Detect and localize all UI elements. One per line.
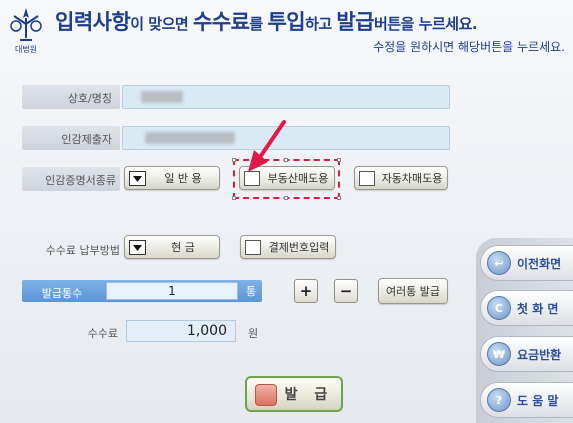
instruction-title: 입력사항이 맞으면 수수료를 투입하고 발급버튼을 누르세요. <box>55 6 478 36</box>
dropdown-arrow-icon <box>129 240 146 255</box>
previous-screen-label: 이전화면 <box>517 256 562 271</box>
court-logo: 대법원 <box>6 4 46 56</box>
fee-label: 수수료 <box>87 327 118 340</box>
won-icon: ₩ <box>487 342 511 366</box>
court-emblem-icon <box>10 8 42 41</box>
title-segment: 투입 <box>267 10 306 34</box>
redacted-text <box>145 132 235 144</box>
cert-type-general-button[interactable]: 일 반 용 <box>124 166 220 190</box>
first-screen-button[interactable]: C 첫 화 면 <box>480 290 573 326</box>
help-icon: ? <box>487 388 511 412</box>
first-screen-label: 첫 화 면 <box>517 301 559 316</box>
title-segment: 이 맞으면 <box>130 15 193 33</box>
payment-cash-button[interactable]: 현 금 <box>124 235 220 259</box>
handle <box>284 196 288 200</box>
payment-cash-label: 현 금 <box>171 241 195 254</box>
handle <box>337 158 341 162</box>
handle <box>232 196 236 200</box>
pointer-arrow-icon <box>248 120 286 172</box>
header: 대법원 입력사항이 맞으면 수수료를 투입하고 발급버튼을 누르세요. 수정을 … <box>0 0 573 62</box>
cert-type-label: 인감증명서종류 <box>45 174 116 187</box>
back-icon: ↩ <box>487 251 511 275</box>
payment-method-label: 수수료 납부방법 <box>45 244 120 257</box>
payment-number-button[interactable]: 결제번호입력 <box>240 235 336 259</box>
decrease-copies-button[interactable]: − <box>334 279 358 303</box>
refund-button[interactable]: ₩ 요금반환 <box>480 336 573 372</box>
handle <box>232 158 236 162</box>
title-segment: 버튼을 누르세요. <box>374 15 478 33</box>
redacted-text <box>141 91 183 103</box>
fee-field: 1,000 <box>126 320 236 342</box>
home-icon: C <box>487 296 511 320</box>
logo-text: 대법원 <box>14 45 38 54</box>
help-button[interactable]: ? 도 움 말 <box>480 382 573 418</box>
help-label: 도 움 말 <box>517 393 559 408</box>
printer-icon <box>255 384 277 406</box>
multi-issue-button[interactable]: 여러통 발급 <box>378 278 448 304</box>
issue-button[interactable]: 발 급 <box>245 376 343 412</box>
vehicle-label: 자동차매도용 <box>381 172 443 185</box>
title-segment: 를 <box>249 15 268 33</box>
cert-type-general-label: 일 반 용 <box>164 172 202 185</box>
dropdown-arrow-icon <box>129 171 146 186</box>
issue-button-label: 발 급 <box>284 387 334 403</box>
refund-label: 요금반환 <box>517 347 562 362</box>
increase-copies-button[interactable]: + <box>294 279 318 303</box>
company-field[interactable] <box>122 85 450 109</box>
kiosk-screen: 대법원 입력사항이 맞으면 수수료를 투입하고 발급버튼을 누르세요. 수정을 … <box>0 0 573 423</box>
title-segment: 입력사항 <box>55 10 131 34</box>
copies-unit: 통 <box>246 285 257 298</box>
previous-screen-button[interactable]: ↩ 이전화면 <box>480 245 573 281</box>
vehicle-checkbox[interactable] <box>359 171 375 186</box>
seal-submitter-label: 인감제출자 <box>61 133 112 146</box>
copies-field[interactable]: 1 <box>106 282 238 300</box>
payment-number-label: 결제번호입력 <box>268 241 330 254</box>
vehicle-sale-button[interactable]: 자동차매도용 <box>354 166 448 190</box>
copies-label: 발급통수 <box>41 287 83 300</box>
title-segment: 하고 <box>305 15 337 33</box>
instruction-subtitle: 수정을 원하시면 해당버튼을 누르세요. <box>373 40 565 54</box>
fee-unit: 원 <box>248 327 259 340</box>
handle <box>337 196 341 200</box>
title-segment: 발급 <box>336 10 375 34</box>
company-label: 상호/명칭 <box>67 92 112 105</box>
title-segment: 수수료 <box>192 10 250 34</box>
payment-number-checkbox[interactable] <box>245 240 261 255</box>
